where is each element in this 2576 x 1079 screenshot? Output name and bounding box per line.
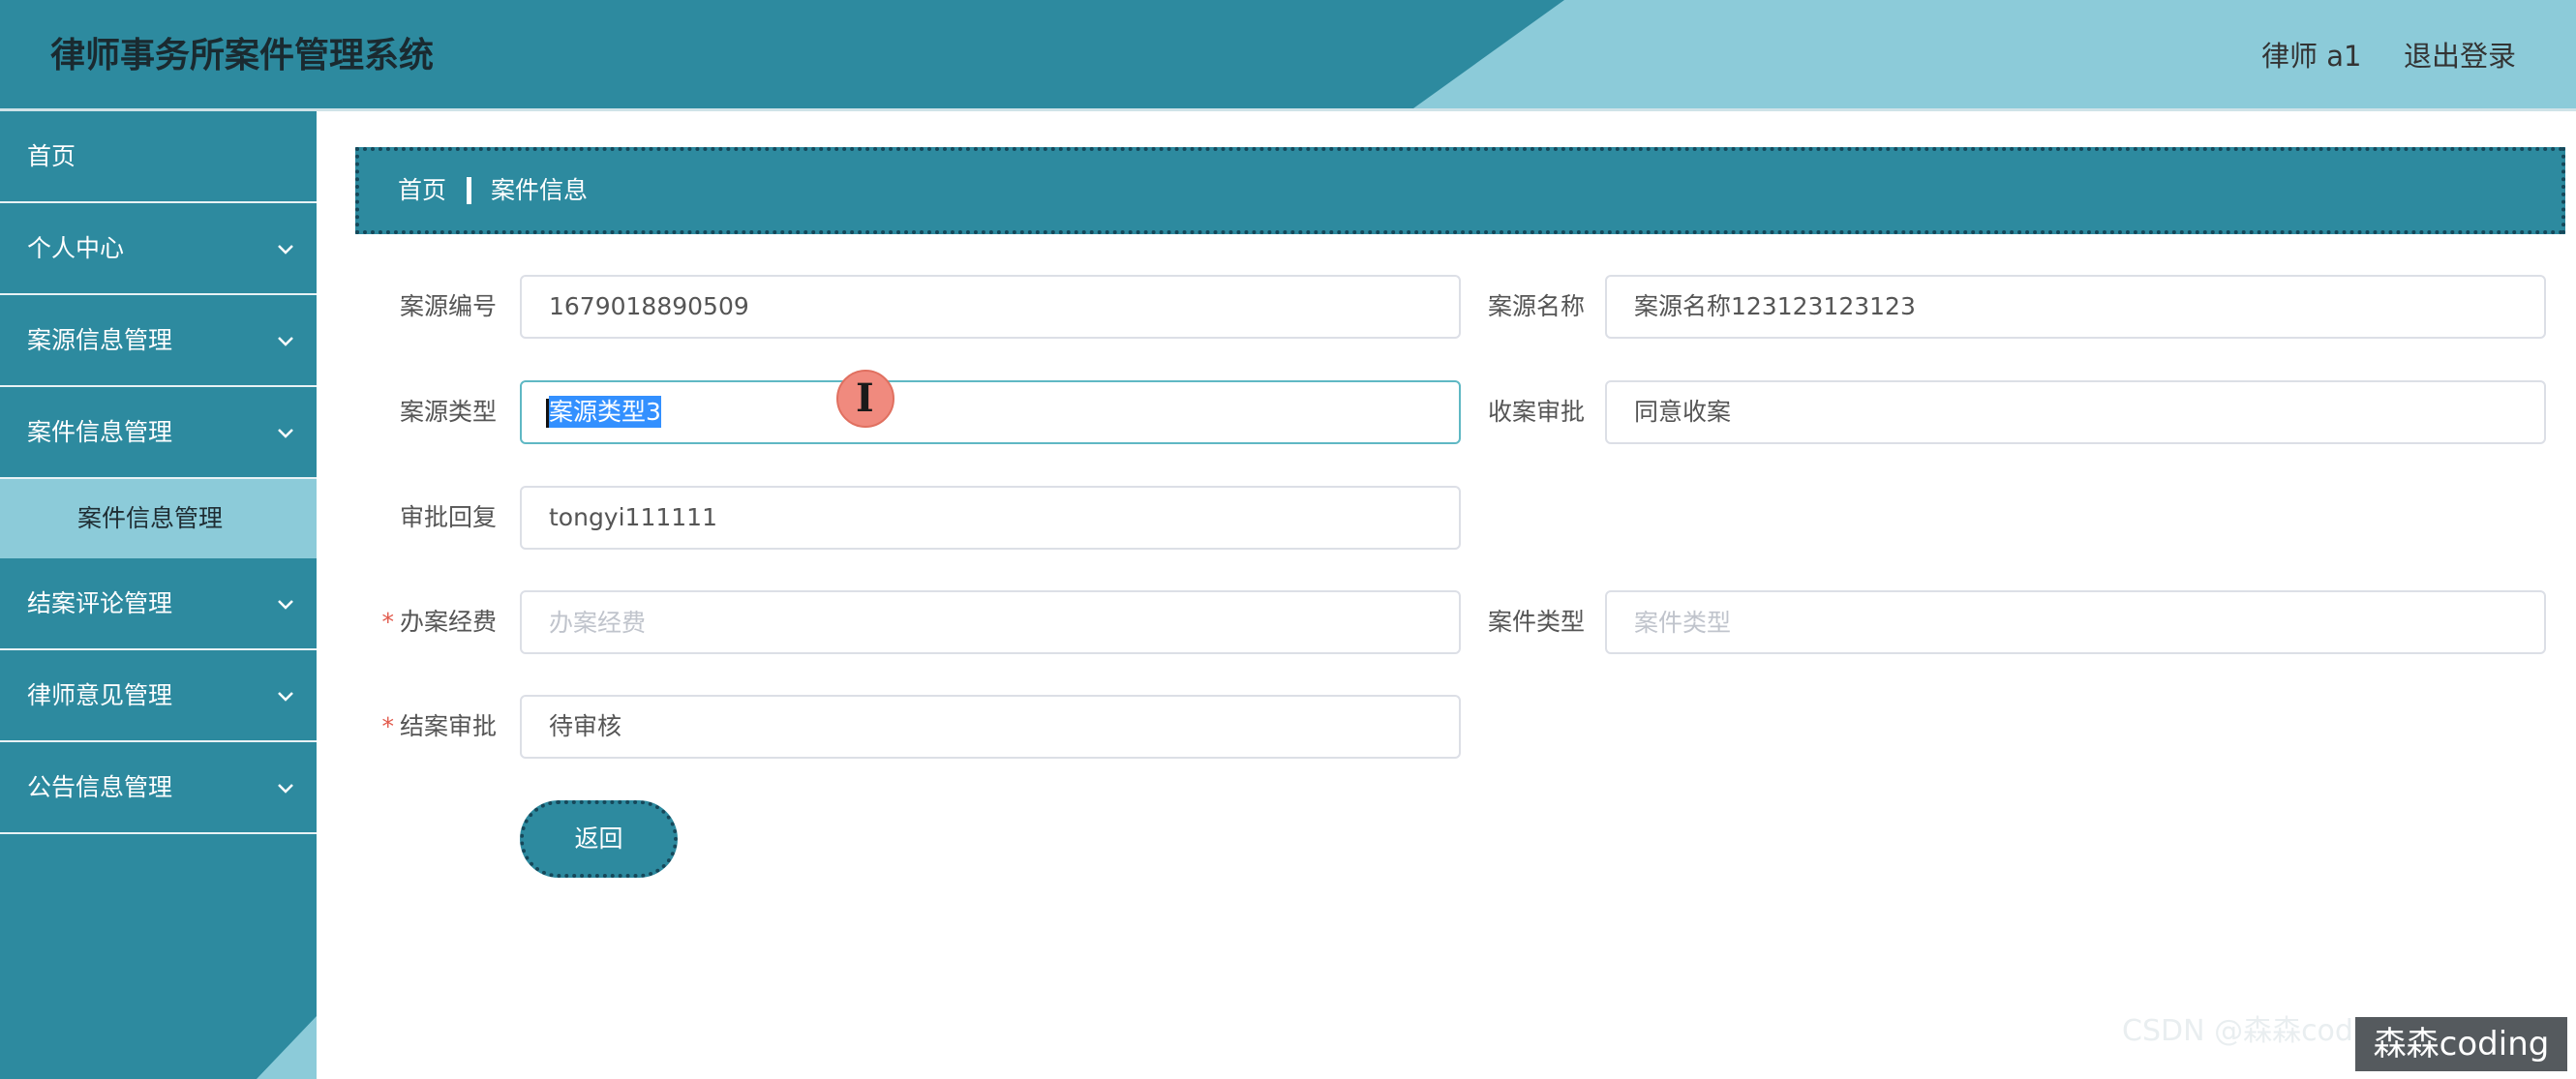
back-button[interactable]: 返回	[520, 800, 678, 878]
reply-label: 审批回复	[399, 503, 497, 531]
source-name-field[interactable]: 案源名称123123123123	[1605, 275, 2546, 339]
sidebar-subitem-label: 案件信息管理	[77, 504, 224, 532]
close-approval-label: * 结案审批	[355, 695, 497, 759]
selected-text: 案源类型3	[549, 396, 661, 428]
close-approval-label-text: 结案审批	[399, 712, 497, 740]
source-type-label: 案源类型	[399, 398, 497, 426]
sidebar-item-label: 案件信息管理	[27, 418, 173, 446]
sidebar-corner-decoration	[257, 1016, 317, 1079]
sidebar-item-label: 律师意见管理	[27, 681, 173, 709]
app-title: 律师事务所案件管理系统	[50, 36, 435, 75]
case-type-text-input[interactable]	[1634, 592, 2517, 652]
sidebar: 首页 个人中心 案源信息管理 案件信息管理 案件信息管理 结案评论管理 律师意见…	[0, 111, 317, 1079]
top-header: 律师事务所案件管理系统 律师 a1 退出登录	[0, 0, 2576, 108]
chevron-down-icon	[278, 600, 293, 610]
source-type-field[interactable]: 案源类型3	[520, 380, 1461, 444]
sidebar-item-announcements[interactable]: 公告信息管理	[0, 742, 317, 834]
fee-label: * 办案经费	[355, 590, 497, 654]
sidebar-item-source-management[interactable]: 案源信息管理	[0, 295, 317, 387]
sidebar-item-label: 案源信息管理	[27, 326, 173, 354]
fee-input[interactable]	[520, 590, 1461, 654]
breadcrumb-current: 案件信息	[491, 176, 589, 204]
fee-text-input[interactable]	[549, 592, 1432, 652]
breadcrumb: 首页 案件信息	[355, 147, 2565, 234]
watermark-badge: 森森coding	[2355, 1017, 2567, 1071]
source-no-label: 案源编号	[399, 292, 497, 320]
sidebar-item-case-management[interactable]: 案件信息管理	[0, 387, 317, 479]
chevron-down-icon	[278, 784, 293, 794]
text-cursor-icon: I	[856, 375, 874, 421]
sidebar-item-home[interactable]: 首页	[0, 111, 317, 203]
required-mark: *	[381, 608, 394, 636]
close-approval-field[interactable]: 待审核	[520, 695, 1461, 759]
sidebar-item-lawyer-opinions[interactable]: 律师意见管理	[0, 650, 317, 742]
chevron-down-icon	[278, 337, 293, 346]
fee-label-text: 办案经费	[399, 608, 497, 636]
approval-field[interactable]: 同意收案	[1605, 380, 2546, 444]
sidebar-item-label: 公告信息管理	[27, 773, 173, 801]
mouse-cursor-highlight: I	[836, 370, 894, 428]
sidebar-item-personal-center[interactable]: 个人中心	[0, 203, 317, 295]
source-no-field[interactable]: 1679018890509	[520, 275, 1461, 339]
logout-link[interactable]: 退出登录	[2404, 0, 2516, 108]
reply-field[interactable]: tongyi111111	[520, 486, 1461, 550]
sidebar-item-label: 结案评论管理	[27, 589, 173, 617]
sidebar-item-label: 首页	[27, 142, 76, 170]
sidebar-item-label: 个人中心	[27, 234, 125, 262]
chevron-down-icon	[278, 429, 293, 438]
sidebar-subitem-case-info[interactable]: 案件信息管理	[0, 479, 317, 558]
current-user[interactable]: 律师 a1	[2261, 0, 2361, 108]
header-accent-shape	[1413, 0, 2576, 108]
app-window: 律师事务所案件管理系统 律师 a1 退出登录 首页 个人中心 案源信息管理 案件…	[0, 0, 2576, 1079]
chevron-down-icon	[278, 245, 293, 255]
header-divider	[0, 108, 2576, 111]
case-type-label: 案件类型	[1487, 608, 1585, 636]
breadcrumb-separator	[467, 177, 471, 204]
case-type-input[interactable]	[1605, 590, 2546, 654]
required-mark: *	[381, 712, 394, 740]
sidebar-item-closing-comments[interactable]: 结案评论管理	[0, 558, 317, 650]
chevron-down-icon	[278, 692, 293, 702]
source-name-label: 案源名称	[1487, 292, 1585, 320]
approval-label: 收案审批	[1487, 398, 1585, 426]
breadcrumb-home[interactable]: 首页	[398, 151, 446, 230]
